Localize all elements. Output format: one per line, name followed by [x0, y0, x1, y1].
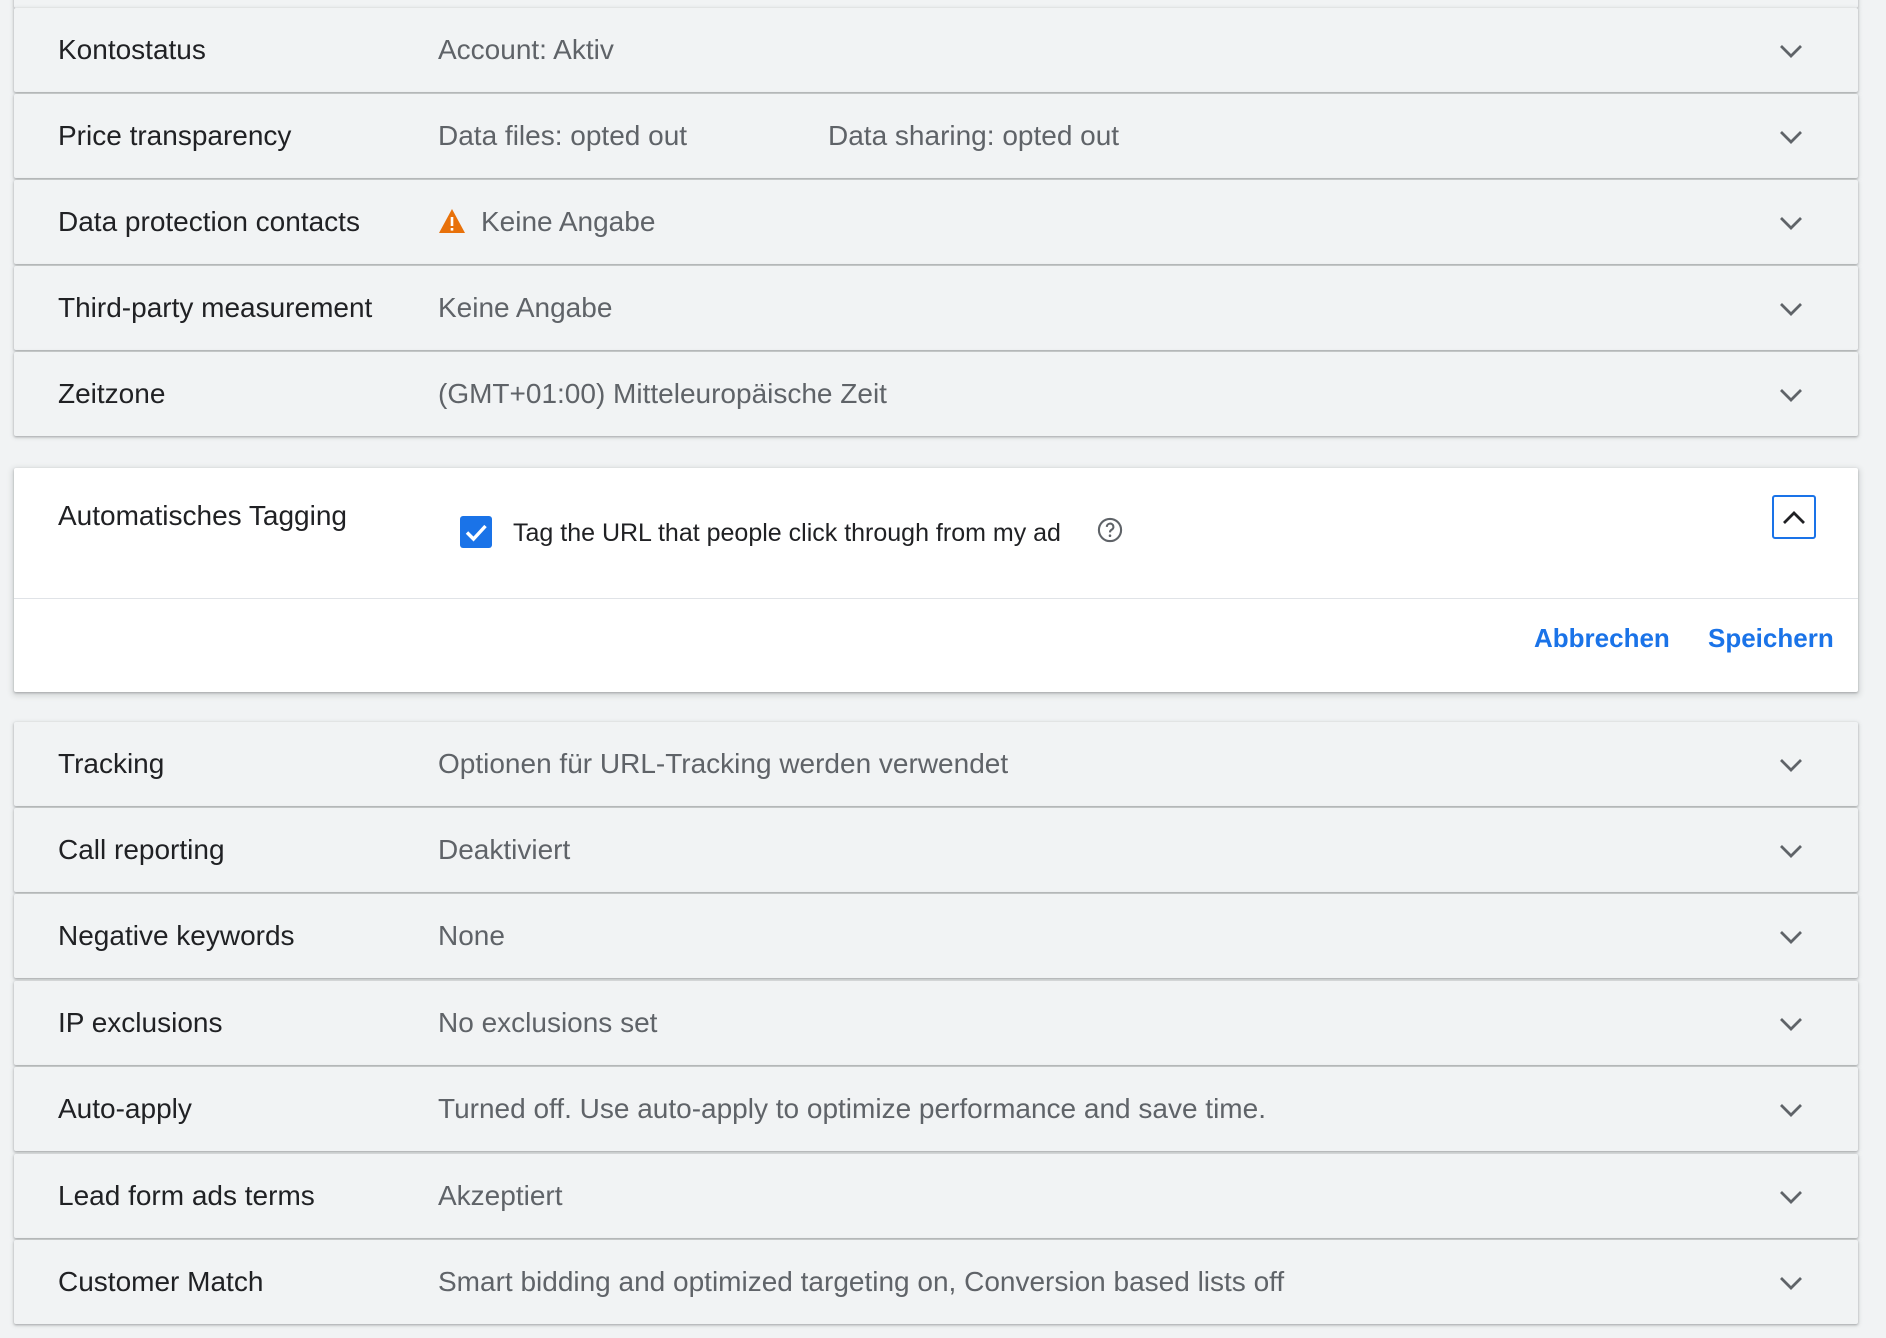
setting-label: Call reporting — [58, 834, 225, 865]
setting-value: Account: Aktiv — [438, 34, 614, 65]
chevron-down-icon[interactable] — [1776, 922, 1806, 952]
help-icon[interactable] — [1096, 516, 1124, 544]
chevron-down-icon[interactable] — [1776, 294, 1806, 324]
setting-row-lead-form-ads-terms[interactable]: Lead form ads terms Akzeptiert — [14, 1154, 1858, 1238]
chevron-up-icon — [1783, 511, 1805, 524]
setting-row-tracking[interactable]: Tracking Optionen für URL-Tracking werde… — [14, 722, 1858, 806]
setting-value: Optionen für URL-Tracking werden verwend… — [438, 748, 1009, 779]
setting-row-customer-match[interactable]: Customer Match Smart bidding and optimiz… — [14, 1240, 1858, 1324]
divider — [14, 598, 1858, 599]
chevron-down-icon[interactable] — [1776, 1009, 1806, 1039]
checkmark-icon — [465, 524, 487, 542]
setting-value: Keine Angabe — [481, 206, 656, 237]
setting-value: Turned off. Use auto-apply to optimize p… — [438, 1093, 1266, 1124]
setting-row-kontostatus[interactable]: Kontostatus Account: Aktiv — [14, 8, 1858, 92]
setting-value: (GMT+01:00) Mitteleuropäische Zeit — [438, 378, 887, 409]
setting-label: Lead form ads terms — [58, 1180, 315, 1211]
setting-row-negative-keywords[interactable]: Negative keywords None — [14, 894, 1858, 978]
setting-label: Customer Match — [58, 1266, 264, 1297]
chevron-down-icon[interactable] — [1776, 1095, 1806, 1125]
setting-label: Tracking — [58, 748, 165, 779]
setting-label: Zeitzone — [58, 378, 166, 409]
setting-label: Price transparency — [58, 120, 292, 151]
setting-value: Smart bidding and optimized targeting on… — [438, 1266, 1285, 1297]
setting-row-data-protection-contacts[interactable]: Data protection contacts Keine Angabe — [14, 180, 1858, 264]
setting-value: Deaktiviert — [438, 834, 571, 865]
chevron-down-icon[interactable] — [1776, 750, 1806, 780]
setting-label: Kontostatus — [58, 34, 206, 65]
setting-value: Data files: opted out — [438, 120, 688, 151]
setting-label: Negative keywords — [58, 920, 295, 951]
chevron-down-icon[interactable] — [1776, 836, 1806, 866]
auto-tagging-panel: Automatisches Tagging Tag the URL that p… — [14, 468, 1858, 692]
setting-row-zeitzone[interactable]: Zeitzone (GMT+01:00) Mitteleuropäische Z… — [14, 352, 1858, 436]
collapse-button[interactable] — [1772, 495, 1816, 539]
chevron-down-icon[interactable] — [1776, 122, 1806, 152]
chevron-down-icon[interactable] — [1776, 380, 1806, 410]
setting-label: Third-party measurement — [58, 292, 373, 323]
setting-row-call-reporting[interactable]: Call reporting Deaktiviert — [14, 808, 1858, 892]
setting-value: None — [438, 920, 505, 951]
setting-row-price-transparency[interactable]: Price transparency Data files: opted out… — [14, 94, 1858, 178]
chevron-down-icon[interactable] — [1776, 36, 1806, 66]
setting-label: IP exclusions — [58, 1007, 223, 1038]
setting-row-ip-exclusions[interactable]: IP exclusions No exclusions set — [14, 981, 1858, 1065]
previous-setting-row — [14, 0, 1858, 8]
setting-row-auto-apply[interactable]: Auto-apply Turned off. Use auto-apply to… — [14, 1067, 1858, 1151]
setting-label: Data protection contacts — [58, 206, 360, 237]
setting-value: No exclusions set — [438, 1007, 658, 1038]
warning-icon — [439, 209, 465, 233]
setting-value: Akzeptiert — [438, 1180, 563, 1211]
setting-label: Auto-apply — [58, 1093, 192, 1124]
chevron-down-icon[interactable] — [1776, 1268, 1806, 1298]
auto-tagging-checkbox[interactable] — [460, 516, 492, 548]
setting-label: Automatisches Tagging — [58, 500, 347, 531]
chevron-down-icon[interactable] — [1776, 208, 1806, 238]
cancel-button[interactable]: Abbrechen — [1534, 623, 1670, 654]
save-button[interactable]: Speichern — [1708, 623, 1834, 654]
setting-row-third-party-measurement[interactable]: Third-party measurement Keine Angabe — [14, 266, 1858, 350]
auto-tagging-checkbox-label[interactable]: Tag the URL that people click through fr… — [513, 516, 1061, 550]
setting-value: Keine Angabe — [438, 292, 613, 323]
chevron-down-icon[interactable] — [1776, 1182, 1806, 1212]
setting-value-secondary: Data sharing: opted out — [828, 120, 1120, 151]
